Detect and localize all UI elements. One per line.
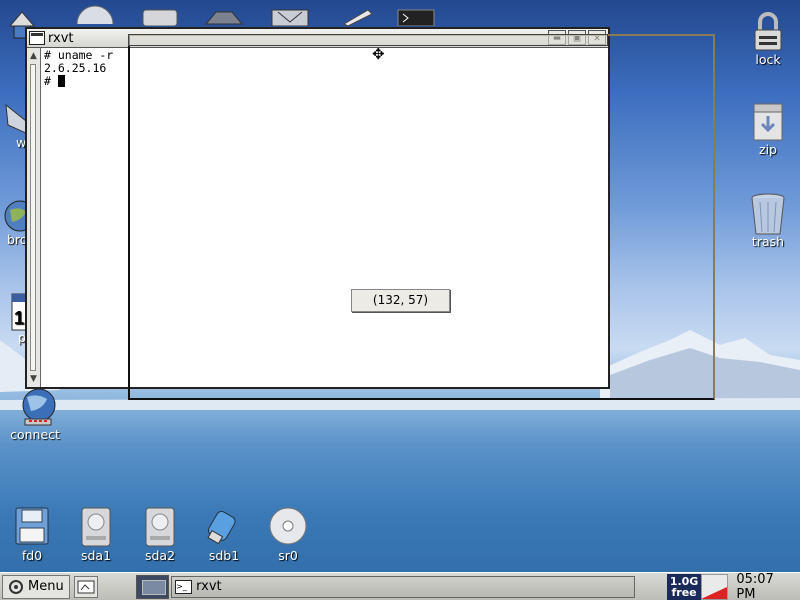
desktop-icon-sda2[interactable]: sda2	[125, 506, 195, 563]
menu-button[interactable]: Menu	[2, 574, 70, 599]
harddisk-icon	[74, 506, 118, 547]
floppy-icon	[10, 506, 54, 546]
window-icon	[0, 95, 27, 135]
cdrom-icon	[266, 506, 310, 546]
display-icon	[271, 9, 309, 27]
network-icon	[204, 11, 244, 25]
desktop-icon-label: sdb1	[208, 548, 240, 563]
desktop-icon-sr0[interactable]: sr0	[253, 506, 323, 563]
cpu-monitor[interactable]	[700, 573, 729, 600]
text-cursor	[57, 75, 65, 87]
rxvt-window[interactable]: rxvt ▬ ▣ ✕ ▲ ▼ # uname -r2.6.25.16#	[25, 27, 610, 389]
harddisk-icon	[138, 506, 182, 547]
desktop-icon-bro[interactable]: bro	[0, 192, 36, 247]
drive-icon	[142, 9, 178, 27]
terminal-icon	[397, 9, 435, 27]
desktop-icon-label: connect	[10, 427, 60, 442]
terminal-output[interactable]: # uname -r 2.6.25.16 #	[44, 49, 113, 88]
desktop-icon-sdb1[interactable]: sdb1	[189, 506, 259, 563]
desktop-icon-label: lock	[755, 52, 781, 67]
disk-free-size: 1.0G	[669, 574, 699, 588]
desktop-icon-label: fd0	[21, 548, 43, 563]
usb-drive-icon	[202, 506, 246, 546]
trash-icon	[746, 192, 790, 235]
desktop-icon-partial-terminal[interactable]	[394, 8, 438, 27]
terminal-scrollbar[interactable]: ▲ ▼	[27, 48, 41, 387]
scroll-down-arrow-icon[interactable]: ▼	[28, 373, 39, 385]
menu-gear-icon	[9, 579, 23, 594]
move-coordinates-popup: (132, 57)	[351, 289, 450, 312]
browser-globe-icon	[0, 192, 36, 232]
window-title: rxvt	[48, 30, 74, 46]
desktop-icon-lock[interactable]: lock	[733, 10, 800, 67]
svg-text:1: 1	[14, 308, 24, 328]
desktop-icon-w[interactable]: w	[0, 95, 27, 150]
desktop-icon-sda1[interactable]: sda1	[61, 506, 131, 563]
terminal-prompt: #	[44, 74, 58, 88]
desktop-icon-label: sda1	[80, 548, 112, 563]
desktop-icon-fd0[interactable]: fd0	[0, 506, 67, 563]
scrollbar-thumb[interactable]	[30, 64, 36, 371]
lock-icon	[746, 10, 790, 51]
desktop-icon-connect[interactable]: connect	[0, 385, 70, 442]
desktop-icon-label: sda2	[144, 548, 176, 563]
show-desktop-button[interactable]	[73, 575, 98, 598]
terminal-icon: >_	[175, 579, 193, 594]
desktop-icon-label: zip	[759, 142, 777, 157]
desktop-icon-partial-cd[interactable]	[72, 0, 118, 43]
connect-globe-icon	[13, 385, 57, 426]
workspace-pager[interactable]	[135, 574, 170, 599]
disc-icon	[76, 5, 114, 43]
desktop-icon-p[interactable]: 1 p	[0, 290, 27, 345]
desktop-icon-partial-editor[interactable]	[334, 6, 378, 27]
desktop-icon-zip[interactable]: zip	[733, 100, 800, 157]
move-cursor-icon: ✥	[372, 45, 385, 63]
desktop-icon-label: sr0	[278, 548, 298, 563]
terminal-prompt-line: #	[44, 75, 113, 88]
clock[interactable]: 05:07 PM	[732, 572, 800, 600]
disk-free-text: free	[671, 585, 697, 599]
disk-free-indicator[interactable]: 1.0G free	[667, 573, 701, 600]
pencil-icon	[342, 9, 373, 27]
desktop-icon-label: w	[16, 135, 27, 150]
desktop-icon-partial-display[interactable]	[268, 8, 312, 27]
desktop-icon-partial-drive[interactable]	[140, 8, 180, 27]
window-move-outline-titlebar	[128, 34, 608, 46]
scroll-up-arrow-icon[interactable]: ▲	[28, 50, 39, 62]
desktop-icon	[77, 580, 95, 593]
desktop-icon-partial-network[interactable]	[202, 8, 246, 26]
menu-label: Menu	[28, 579, 64, 594]
taskbar: Menu >_ rxvt 1.0G free 05:07 PM	[0, 572, 800, 600]
calendar-icon: 1	[0, 290, 27, 331]
terminal-icon[interactable]	[29, 31, 45, 45]
zip-folder-icon	[746, 100, 790, 141]
task-label: rxvt	[196, 579, 222, 594]
taskbar-task-rxvt[interactable]: >_ rxvt	[171, 575, 636, 598]
desktop-icon-trash[interactable]: trash	[733, 192, 800, 249]
